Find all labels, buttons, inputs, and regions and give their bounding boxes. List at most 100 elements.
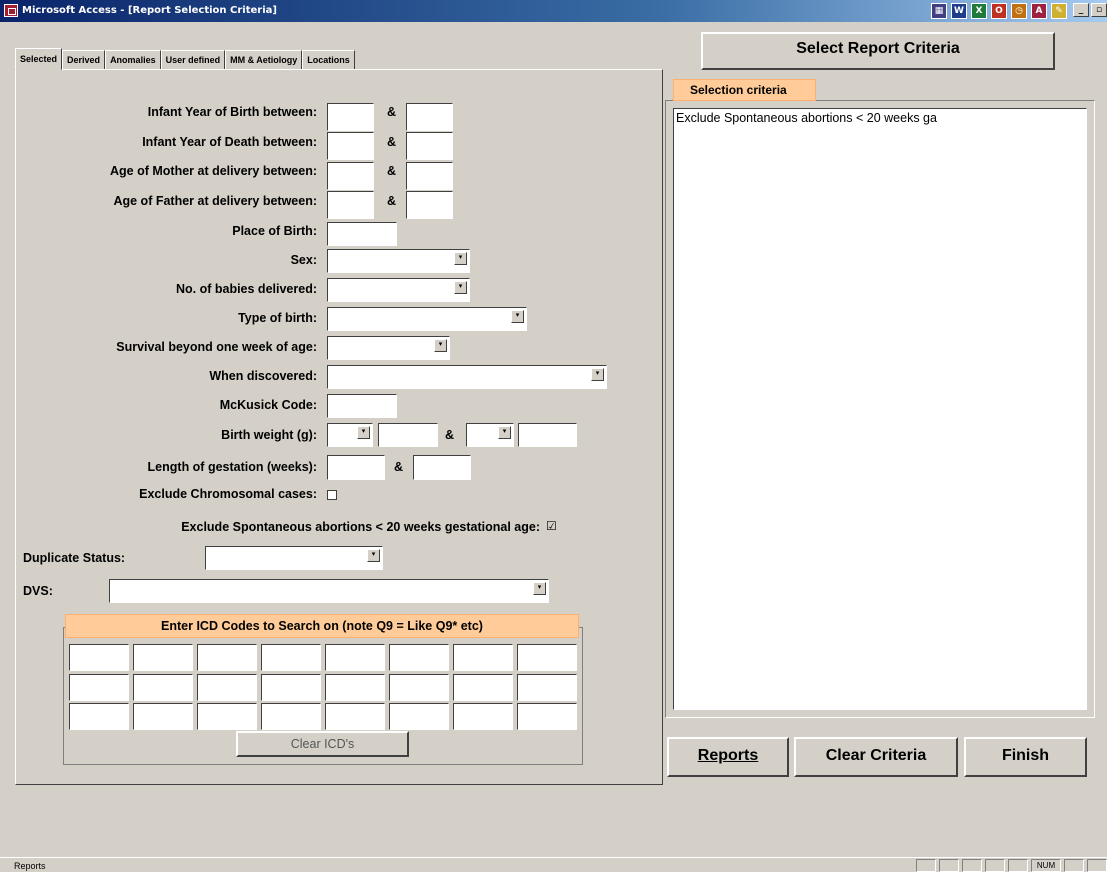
icd-code-input[interactable] [261, 644, 321, 671]
status-bar: Reports NUM [0, 857, 1107, 872]
chevron-down-icon[interactable]: ▾ [367, 549, 380, 562]
birth-year-to-input[interactable] [406, 103, 453, 131]
icd-code-input[interactable] [389, 644, 449, 671]
chevron-down-icon[interactable]: ▾ [454, 252, 467, 265]
when-discovered-label: When discovered: [209, 369, 317, 383]
mother-age-from-input[interactable] [327, 162, 374, 190]
birth-weight-op-select[interactable]: ▾ [327, 423, 373, 447]
taskbar-icons: ▦ W X O ◷ A ✎ [931, 3, 1067, 19]
father-age-to-input[interactable] [406, 191, 453, 219]
notepad-icon[interactable]: ✎ [1051, 3, 1067, 19]
mckusick-input[interactable] [327, 394, 397, 418]
icd-code-input[interactable] [133, 644, 193, 671]
amp-label: & [387, 194, 397, 208]
exclude-chromosomal-checkbox[interactable] [327, 490, 337, 500]
gestation-from-input[interactable] [327, 455, 385, 480]
exclude-spontaneous-label: Exclude Spontaneous abortions < 20 weeks… [181, 520, 540, 534]
icd-code-input[interactable] [197, 674, 257, 701]
chevron-down-icon[interactable]: ▾ [511, 310, 524, 323]
icd-code-input[interactable] [453, 644, 513, 671]
death-year-from-input[interactable] [327, 132, 374, 160]
icd-code-input[interactable] [261, 674, 321, 701]
icd-code-input[interactable] [325, 703, 385, 730]
grid-icon[interactable]: ▦ [931, 3, 947, 19]
chevron-down-icon[interactable]: ▾ [454, 281, 467, 294]
excel-icon[interactable]: X [971, 3, 987, 19]
chevron-down-icon[interactable]: ▾ [357, 426, 370, 439]
icd-code-input[interactable] [325, 674, 385, 701]
amp-label: & [394, 460, 404, 474]
access-app-icon [4, 4, 18, 17]
window-controls: _ ▫ [1073, 3, 1107, 17]
death-year-to-input[interactable] [406, 132, 453, 160]
tab-strip: Selected Derived Anomalies User defined … [15, 48, 355, 70]
tab-selected[interactable]: Selected [15, 48, 63, 70]
title-bar: Microsoft Access - [Report Selection Cri… [0, 0, 1107, 22]
icd-code-input[interactable] [517, 674, 577, 701]
outlook-icon[interactable]: O [991, 3, 1007, 19]
word-icon[interactable]: W [951, 3, 967, 19]
father-age-label: Age of Father at delivery between: [113, 194, 317, 208]
tab-user-defined[interactable]: User defined [160, 50, 226, 70]
icd-code-input[interactable] [197, 644, 257, 671]
clear-icd-button[interactable]: Clear ICD's [236, 731, 409, 757]
icd-code-input[interactable] [197, 703, 257, 730]
survival-select[interactable]: ▾ [327, 336, 450, 360]
chevron-down-icon[interactable]: ▾ [591, 368, 604, 381]
when-discovered-select[interactable]: ▾ [327, 365, 607, 389]
window-title: Microsoft Access - [Report Selection Cri… [22, 5, 277, 16]
duplicate-status-select[interactable]: ▾ [205, 546, 383, 570]
dvs-select[interactable]: ▾ [109, 579, 549, 603]
access-icon[interactable]: A [1031, 3, 1047, 19]
icd-code-input[interactable] [325, 644, 385, 671]
restore-button[interactable]: ▫ [1091, 3, 1107, 17]
icd-code-input[interactable] [517, 644, 577, 671]
type-of-birth-select[interactable]: ▾ [327, 307, 527, 331]
chevron-down-icon[interactable]: ▾ [533, 582, 546, 595]
reports-button[interactable]: Reports [667, 737, 789, 777]
status-cell [1008, 859, 1028, 872]
selection-criteria-textarea[interactable]: Exclude Spontaneous abortions < 20 weeks… [673, 108, 1087, 710]
father-age-from-input[interactable] [327, 191, 374, 219]
birth-year-from-input[interactable] [327, 103, 374, 131]
duplicate-status-label: Duplicate Status: [23, 551, 126, 565]
tab-anomalies[interactable]: Anomalies [105, 50, 161, 70]
tab-derived[interactable]: Derived [62, 50, 106, 70]
sex-label: Sex: [290, 253, 317, 267]
chevron-down-icon[interactable]: ▾ [498, 426, 511, 439]
birth-weight-to-input[interactable] [518, 423, 577, 447]
icd-code-input[interactable] [133, 703, 193, 730]
icd-code-input[interactable] [69, 703, 129, 730]
icd-code-input[interactable] [133, 674, 193, 701]
icd-code-input[interactable] [389, 703, 449, 730]
chevron-down-icon[interactable]: ▾ [434, 339, 447, 352]
finish-button[interactable]: Finish [964, 737, 1087, 777]
place-of-birth-label: Place of Birth: [232, 224, 317, 238]
schedule-icon[interactable]: ◷ [1011, 3, 1027, 19]
clear-criteria-button[interactable]: Clear Criteria [794, 737, 958, 777]
icd-code-input[interactable] [453, 674, 513, 701]
birth-weight-from-input[interactable] [378, 423, 438, 447]
select-report-criteria-button[interactable]: Select Report Criteria [701, 32, 1055, 70]
icd-code-input[interactable] [261, 703, 321, 730]
birth-weight-label: Birth weight (g): [221, 428, 317, 442]
exclude-spontaneous-checkbox[interactable]: ☑ [546, 520, 557, 532]
icd-code-input[interactable] [69, 674, 129, 701]
status-cell [916, 859, 936, 872]
icd-code-input[interactable] [389, 674, 449, 701]
status-cell [962, 859, 982, 872]
mother-age-to-input[interactable] [406, 162, 453, 190]
minimize-button[interactable]: _ [1073, 3, 1089, 17]
place-of-birth-input[interactable] [327, 222, 397, 246]
gestation-to-input[interactable] [413, 455, 471, 480]
tab-mm-aetiology[interactable]: MM & Aetiology [225, 50, 303, 70]
babies-delivered-select[interactable]: ▾ [327, 278, 470, 302]
birth-weight-op2-select[interactable]: ▾ [466, 423, 514, 447]
icd-code-input[interactable] [517, 703, 577, 730]
icd-code-input[interactable] [453, 703, 513, 730]
sex-select[interactable]: ▾ [327, 249, 470, 273]
infant-birth-year-label: Infant Year of Birth between: [147, 105, 317, 119]
icd-code-input[interactable] [69, 644, 129, 671]
tab-locations[interactable]: Locations [302, 50, 355, 70]
mckusick-label: McKusick Code: [219, 398, 317, 412]
